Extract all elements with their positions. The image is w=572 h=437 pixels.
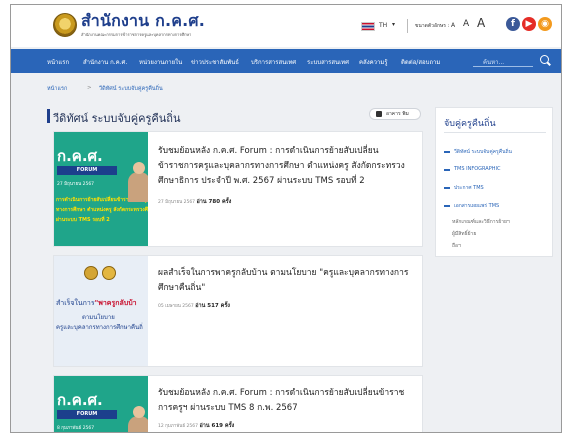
card-date: 12 กุมภาพันธ์ 2567 xyxy=(158,424,199,429)
card-date: 05 เมษายน 2567 xyxy=(158,304,194,309)
thumbnail-logo-text: ก.ค.ศ. xyxy=(57,391,103,409)
presenter-image xyxy=(128,406,148,432)
bullet-dash-icon xyxy=(444,169,450,171)
card-meta: 12 กุมภาพันธ์ 2567 อ่าน 619 ครั้ง xyxy=(158,422,234,430)
font-size-label: ขนาดตัวอักษร : xyxy=(415,23,450,29)
video-card[interactable]: สำเร็จในการ"พาครูกลับบ้า ตามนโยบาย ครูแล… xyxy=(53,255,423,367)
seal-logo-icon[interactable] xyxy=(53,13,77,37)
seal-icon xyxy=(84,266,98,280)
card-views: อ่าน 619 ครั้ง xyxy=(199,423,235,429)
sidebar-title: จับคู่ครูคืนถิ่น xyxy=(444,119,496,129)
thumbnail-date: 27 มิถุนายน 2567 xyxy=(57,182,95,187)
nav-item-contact[interactable]: ติดต่อ/สอบถาม xyxy=(401,57,440,67)
thumbnail-caption: ผ่านระบบ TMS รอบที่ 2 xyxy=(56,217,110,223)
divider xyxy=(444,132,546,133)
page-title: วีดิทัศน์ ระบบจับคู่ครูคืนถิ่น xyxy=(53,112,181,125)
sidebar-subitem[interactable]: หลักเกณฑ์และวิธีการย้ายฯ xyxy=(452,218,510,226)
main-nav: หน้าแรก สำนักงาน ก.ค.ศ. หน่วยงานภายใน ข่… xyxy=(11,49,561,73)
nav-item-knowledge[interactable]: คลังความรู้ xyxy=(359,57,388,67)
sidebar-subitem[interactable]: ถือฯ xyxy=(452,242,461,250)
card-views: อ่าน 780 ครั้ง xyxy=(196,199,232,205)
card-title-link[interactable]: รับชมย้อนหลัง ก.ค.ศ. Forum : การดำเนินกา… xyxy=(158,144,418,189)
sidebar-item-infographic[interactable]: TMS INFOGRAPHIC xyxy=(454,166,500,172)
font-size-small-button[interactable]: A xyxy=(451,22,455,29)
thai-flag-icon[interactable] xyxy=(361,22,375,31)
nav-item-info-service[interactable]: บริการสารสนเทศ xyxy=(251,57,296,67)
thumbnail-date: 8 กุมภาพันธ์ 2567 xyxy=(57,426,95,431)
facebook-icon[interactable]: f xyxy=(506,17,520,31)
breadcrumb-home[interactable]: หน้าแรก xyxy=(47,85,67,93)
site-logo-subtitle: สำนักงานคณะกรรมการข้าราชการครูและบุคลากร… xyxy=(81,32,192,37)
breadcrumb-current: วีดิทัศน์ ระบบจับคู่ครูคืนถิ่น xyxy=(99,86,163,92)
site-header: สำนักงาน ก.ค.ศ. สำนักงานคณะกรรมการข้าราช… xyxy=(11,5,561,47)
card-date: 27 มิถุนายน 2567 xyxy=(158,200,196,205)
card-title-link[interactable]: รับชมย้อนหลัง ก.ค.ศ. Forum : การดำเนินกา… xyxy=(158,386,418,416)
language-selector[interactable]: TH xyxy=(379,22,387,29)
divider xyxy=(407,19,408,33)
sidebar-item-documents[interactable]: เอกสารเผยแพร่ TMS xyxy=(454,202,499,210)
presenter-image xyxy=(128,162,148,202)
nav-item-home[interactable]: หน้าแรก xyxy=(47,57,69,67)
nav-item-news[interactable]: ข่าวประชาสัมพันธ์ xyxy=(191,57,239,67)
font-size-medium-button[interactable]: A xyxy=(463,19,469,29)
video-card[interactable]: ก.ค.ศ. FORUM 8 กุมภาพันธ์ 2567 รับชมย้อน… xyxy=(53,375,423,432)
thumbnail-forum-band: FORUM xyxy=(57,410,117,419)
nav-item-info-system[interactable]: ระบบสารสนเทศ xyxy=(307,57,349,67)
sidebar-item-video[interactable]: วีดิทัศน์ ระบบจับคู่ครูคืนถิ่น xyxy=(454,148,512,156)
bullet-dash-icon xyxy=(444,205,450,207)
seal-icon xyxy=(102,266,116,280)
chevron-down-icon[interactable]: ▾ xyxy=(392,21,395,28)
card-title-link[interactable]: ผลสำเร็จในการพาครูกลับบ้าน ตามนโยบาย "คร… xyxy=(158,266,418,296)
youtube-icon[interactable]: ▶ xyxy=(522,17,536,31)
card-views: อ่าน 517 ครั้ง xyxy=(195,303,230,309)
breadcrumb-separator: > xyxy=(87,85,92,91)
rss-icon[interactable]: ◉ xyxy=(538,17,552,31)
print-icon[interactable] xyxy=(376,111,382,117)
bullet-dash-icon xyxy=(444,187,450,189)
video-card[interactable]: ก.ค.ศ. FORUM 27 มิถุนายน 2567 การดำเนินก… xyxy=(53,131,423,247)
thumbnail-caption: ทางการศึกษา ตำแหน่งครู สังกัดกระทรวงศึกษ… xyxy=(56,207,148,213)
nav-item-office[interactable]: สำนักงาน ก.ค.ศ. xyxy=(83,57,127,67)
thumbnail-forum-band: FORUM xyxy=(57,166,117,175)
browser-frame: สำนักงาน ก.ค.ศ. สำนักงานคณะกรรมการข้าราช… xyxy=(10,4,562,433)
bullet-dash-icon xyxy=(444,151,450,153)
video-thumbnail[interactable]: สำเร็จในการ"พาครูกลับบ้า ตามนโยบาย ครูแล… xyxy=(54,256,148,366)
sidebar-item-announcement[interactable]: ประกาศ TMS xyxy=(454,184,484,192)
card-meta: 27 มิถุนายน 2567 อ่าน 780 ครั้ง xyxy=(158,198,231,206)
sidebar-subitem[interactable]: ผู้มีสิทธิ์ย้าย xyxy=(452,230,476,238)
search-placeholder[interactable]: ค้นหา... xyxy=(483,57,504,67)
thumbnail-caption: ครูและบุคลากรทางการศึกษาคืนถิ่ xyxy=(56,324,143,331)
thumbnail-logo-text: ก.ค.ศ. xyxy=(57,147,103,165)
thumbnail-caption: ตามนโยบาย xyxy=(82,314,115,321)
sidebar: จับคู่ครูคืนถิ่น วีดิทัศน์ ระบบจับคู่ครู… xyxy=(435,107,553,257)
thumbnail-caption: สำเร็จในการ"พาครูกลับบ้า xyxy=(56,299,137,307)
card-meta: 05 เมษายน 2567 อ่าน 517 ครั้ง xyxy=(158,302,230,310)
video-thumbnail[interactable]: ก.ค.ศ. FORUM 27 มิถุนายน 2567 การดำเนินก… xyxy=(54,132,148,246)
nav-item-internal[interactable]: หน่วยงานภายใน xyxy=(139,57,182,67)
video-thumbnail[interactable]: ก.ค.ศ. FORUM 8 กุมภาพันธ์ 2567 xyxy=(54,376,148,432)
font-size-large-button[interactable]: A xyxy=(477,16,485,30)
search-icon[interactable] xyxy=(540,55,549,64)
title-accent-bar xyxy=(47,109,50,123)
